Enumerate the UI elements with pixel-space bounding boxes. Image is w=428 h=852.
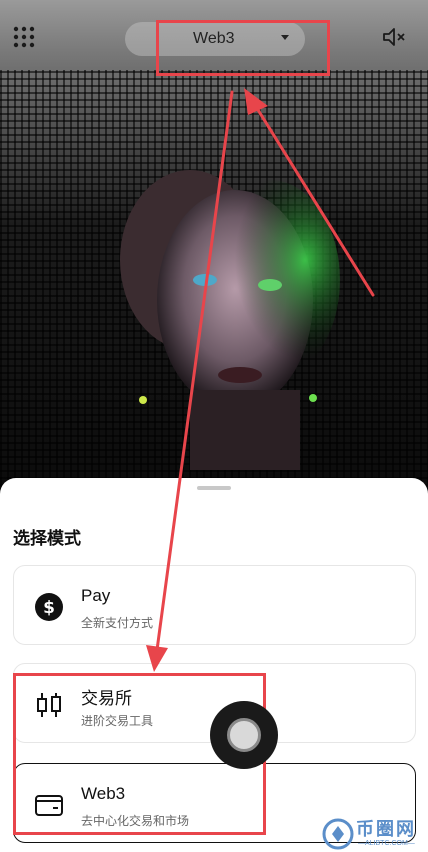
card-title: Pay (81, 586, 111, 605)
sheet-title: 选择模式 (13, 529, 81, 548)
grid-menu-icon[interactable] (13, 26, 35, 48)
watermark-text: 币圈网 (356, 819, 416, 839)
floating-assistive-button[interactable] (210, 701, 278, 769)
watermark-subtext: —ALIBTC.COM— (358, 840, 415, 847)
speaker-mute-icon[interactable] (382, 27, 406, 47)
floating-button-core (227, 718, 261, 752)
dollar-circle-icon: $ (35, 593, 63, 621)
svg-text:$: $ (43, 598, 55, 618)
mode-card-pay[interactable]: $ Pay 全新支付方式 (13, 565, 416, 645)
portrait-image (120, 170, 340, 470)
sheet-handle[interactable] (197, 486, 231, 490)
card-subtitle: 全新支付方式 (81, 616, 154, 630)
highlight-box-top (156, 20, 330, 76)
